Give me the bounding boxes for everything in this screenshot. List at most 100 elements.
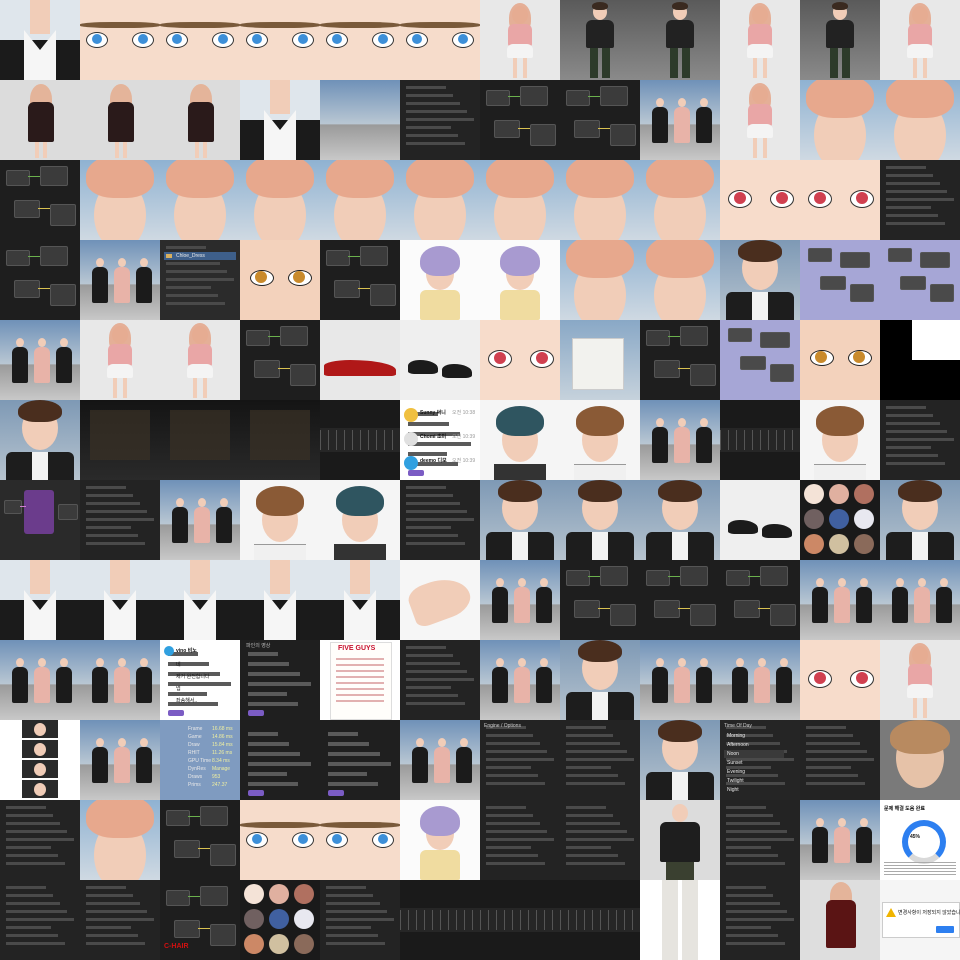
thumbnail-1-5[interactable] [400,80,480,160]
thumbnail-9-6[interactable]: Engine / Options [480,720,560,800]
thumbnail-2-7[interactable] [560,160,640,240]
thumbnail-9-10[interactable] [800,720,880,800]
thumbnail-11-6[interactable] [480,880,560,960]
thumbnail-6-2[interactable] [160,480,240,560]
thumbnail-7-4[interactable] [320,560,400,640]
menu-item[interactable]: Morning [724,732,784,740]
thumbnail-0-1[interactable] [80,0,160,80]
thumbnail-10-0[interactable] [0,800,80,880]
thumbnail-4-4[interactable] [320,320,400,400]
thumbnail-9-9[interactable]: Time Of Day Morning Afternoon Noon Sunset Eve… [720,720,800,800]
menu-item[interactable]: Noon [724,750,784,758]
thumbnail-11-11[interactable]: 변경사항이 저장되지 않았습니다 [880,880,960,960]
thumbnail-8-6[interactable] [480,640,560,720]
thumbnail-9-3[interactable] [240,720,320,800]
thumbnail-6-9[interactable] [720,480,800,560]
menu-item[interactable]: Evening [724,768,784,776]
alert-ok-button[interactable] [936,926,954,933]
thumbnail-0-11[interactable] [880,0,960,80]
thumbnail-7-2[interactable] [160,560,240,640]
thumbnail-1-11[interactable] [880,80,960,160]
thumbnail-1-3[interactable] [240,80,320,160]
thumbnail-4-7[interactable] [560,320,640,400]
thumbnail-2-1[interactable] [80,160,160,240]
thumbnail-5-8[interactable] [640,400,720,480]
thumbnail-8-10[interactable] [800,640,880,720]
thumbnail-7-1[interactable] [80,560,160,640]
thumbnail-4-10[interactable] [800,320,880,400]
thumbnail-10-10[interactable] [800,800,880,880]
thumbnail-9-5[interactable] [400,720,480,800]
thumbnail-4-9[interactable] [720,320,800,400]
thumbnail-5-9[interactable] [720,400,800,480]
thumbnail-10-3[interactable] [240,800,320,880]
thumbnail-9-2[interactable]: Frame 16.68 ms Game 14.86 ms Draw 15.84 ms RHI… [160,720,240,800]
thumbnail-5-7[interactable] [560,400,640,480]
thumbnail-8-9[interactable] [720,640,800,720]
thumbnail-2-4[interactable] [320,160,400,240]
thumbnail-6-10[interactable] [800,480,880,560]
thumbnail-2-5[interactable] [400,160,480,240]
thumbnail-3-8[interactable] [640,240,720,320]
thumbnail-5-2[interactable] [160,400,240,480]
thumbnail-0-4[interactable] [320,0,400,80]
thumbnail-11-7[interactable] [560,880,640,960]
thumbnail-9-11[interactable] [880,720,960,800]
thumbnail-3-1[interactable] [80,240,160,320]
thumbnail-5-4[interactable] [320,400,400,480]
thumbnail-2-3[interactable] [240,160,320,240]
thumbnail-3-9[interactable] [720,240,800,320]
thumbnail-7-8[interactable] [640,560,720,640]
thumbnail-1-2[interactable] [160,80,240,160]
thumbnail-0-7[interactable] [560,0,640,80]
thumbnail-5-0[interactable] [0,400,80,480]
thumbnail-10-9[interactable] [720,800,800,880]
thumbnail-7-7[interactable] [560,560,640,640]
thumbnail-11-0[interactable] [0,880,80,960]
thumbnail-4-8[interactable] [640,320,720,400]
thumbnail-5-1[interactable] [80,400,160,480]
thumbnail-8-0[interactable] [0,640,80,720]
thumbnail-2-6[interactable] [480,160,560,240]
thumbnail-10-1[interactable] [80,800,160,880]
thumbnail-3-2[interactable]: Chloe_Dress [160,240,240,320]
thumbnail-9-0[interactable] [0,720,80,800]
thumbnail-6-1[interactable] [80,480,160,560]
thumbnail-0-9[interactable] [720,0,800,80]
thumbnail-9-4[interactable] [320,720,400,800]
thumbnail-5-10[interactable] [800,400,880,480]
thumbnail-11-3[interactable] [240,880,320,960]
thumbnail-3-6[interactable] [480,240,560,320]
thumbnail-2-2[interactable] [160,160,240,240]
thumbnail-3-3[interactable] [240,240,320,320]
thumbnail-5-11[interactable] [880,400,960,480]
thumbnail-5-5[interactable]: Sunny 써니 오전 10:38 Chomi 초미 오전 10:39 deemo 디모… [400,400,480,480]
thumbnail-1-6[interactable] [480,80,560,160]
thumbnail-3-5[interactable] [400,240,480,320]
thumbnail-1-9[interactable] [720,80,800,160]
thumbnail-2-10[interactable] [800,160,880,240]
thumbnail-9-8[interactable] [640,720,720,800]
thumbnail-7-6[interactable] [480,560,560,640]
thumbnail-1-0[interactable] [0,80,80,160]
thumbnail-11-9[interactable] [720,880,800,960]
thumbnail-8-8[interactable] [640,640,720,720]
menu-item[interactable]: Afternoon [724,741,784,749]
thumbnail-10-5[interactable] [400,800,480,880]
thumbnail-4-11[interactable] [880,320,960,400]
thumbnail-11-4[interactable] [320,880,400,960]
thumbnail-6-0[interactable] [0,480,80,560]
thumbnail-4-1[interactable] [80,320,160,400]
thumbnail-5-6[interactable] [480,400,560,480]
thumbnail-7-0[interactable] [0,560,80,640]
thumbnail-3-7[interactable] [560,240,640,320]
thumbnail-1-10[interactable] [800,80,880,160]
thumbnail-11-8[interactable] [640,880,720,960]
thumbnail-6-6[interactable] [480,480,560,560]
thumbnail-0-5[interactable] [400,0,480,80]
thumbnail-10-7[interactable] [560,800,640,880]
thumbnail-6-7[interactable] [560,480,640,560]
thumbnail-8-7[interactable] [560,640,640,720]
thumbnail-11-1[interactable] [80,880,160,960]
thumbnail-8-3[interactable]: 파인의 영상 [240,640,320,720]
